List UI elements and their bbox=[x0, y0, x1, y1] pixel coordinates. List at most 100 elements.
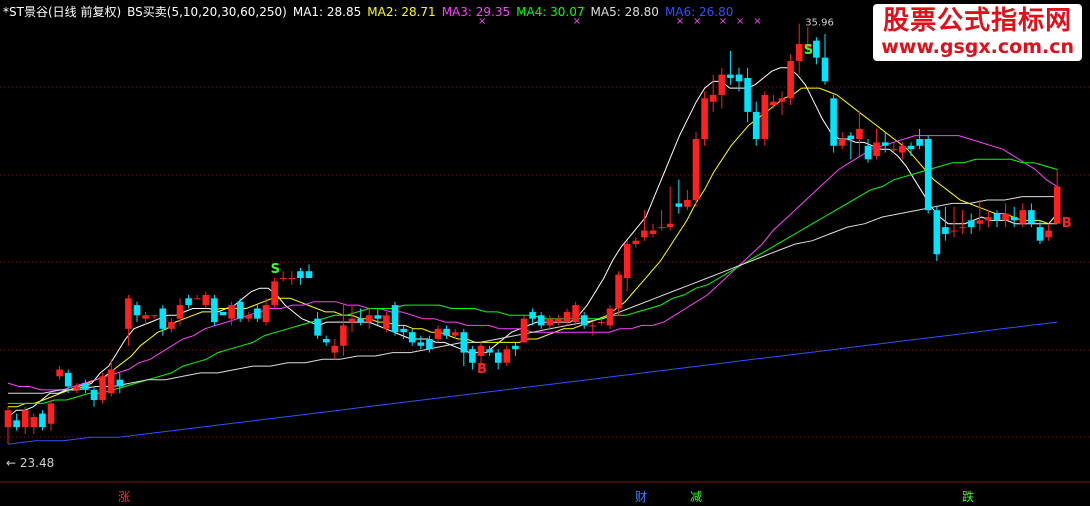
candle-body-1 bbox=[13, 420, 20, 428]
candle-body-3 bbox=[30, 416, 38, 428]
ma-line-1 bbox=[7, 67, 1058, 418]
ma-line-6 bbox=[7, 321, 1058, 445]
candle-body-65 bbox=[563, 311, 571, 323]
candle-body-7 bbox=[64, 372, 72, 387]
candle-body-71 bbox=[615, 274, 622, 309]
ma-line-3 bbox=[7, 135, 1058, 391]
candle-body-103 bbox=[890, 149, 898, 151]
candle-body-24 bbox=[211, 298, 218, 323]
candle-body-105 bbox=[907, 145, 915, 150]
candle-body-41 bbox=[357, 318, 364, 323]
candle-body-81 bbox=[701, 98, 708, 139]
candle-body-89 bbox=[770, 101, 777, 106]
candle-body-117 bbox=[1010, 216, 1018, 221]
watermark: 股票公式指标网 www.gsgx.com.cn bbox=[873, 4, 1082, 61]
candle-body-12 bbox=[107, 369, 115, 394]
candle-body-21 bbox=[185, 298, 192, 306]
candle-body-13 bbox=[116, 379, 124, 387]
candle-body-18 bbox=[159, 308, 167, 329]
candle-body-110 bbox=[950, 230, 958, 232]
candle-body-32 bbox=[279, 277, 287, 279]
candle-body-23 bbox=[202, 294, 210, 306]
candle-body-29 bbox=[254, 308, 261, 319]
candle-body-74 bbox=[641, 230, 648, 238]
candle-body-119 bbox=[1028, 210, 1035, 224]
candlestick-chart[interactable]: SBSB× × × × × × × 35.96 bbox=[0, 0, 1090, 506]
candle-body-87 bbox=[752, 111, 760, 139]
signal-B-3: B bbox=[1062, 216, 1072, 231]
candle-body-72 bbox=[623, 244, 631, 278]
candle-body-91 bbox=[787, 61, 794, 99]
signal-B-1: B bbox=[477, 362, 487, 377]
candle-body-11 bbox=[99, 376, 106, 401]
candle-body-10 bbox=[90, 389, 98, 401]
candle-body-84 bbox=[727, 74, 734, 78]
candle-body-36 bbox=[314, 318, 321, 336]
candle-body-94 bbox=[813, 40, 820, 58]
candle-body-49 bbox=[426, 339, 433, 350]
candle-body-48 bbox=[417, 342, 425, 346]
chart-header: *ST景谷(日线 前复权) BS买卖(5,10,20,30,60,250) MA1:… bbox=[3, 3, 739, 20]
candle-body-33 bbox=[288, 277, 296, 279]
candle-body-40 bbox=[348, 318, 356, 323]
candle-body-68 bbox=[589, 325, 597, 327]
candle-body-19 bbox=[168, 322, 175, 329]
candle-body-67 bbox=[580, 315, 588, 326]
candle-body-73 bbox=[632, 240, 640, 245]
signal-S-0: S bbox=[271, 262, 280, 277]
top-mark-6: × bbox=[753, 16, 761, 27]
candle-body-31 bbox=[271, 281, 278, 306]
candle-body-62 bbox=[537, 315, 545, 326]
candle-body-59 bbox=[512, 345, 519, 350]
candle-body-16 bbox=[142, 315, 149, 319]
candle-body-108 bbox=[933, 210, 941, 255]
candle-body-114 bbox=[985, 216, 992, 221]
candle-body-113 bbox=[976, 220, 984, 224]
candle-body-111 bbox=[959, 227, 966, 229]
candle-body-22 bbox=[193, 298, 201, 300]
candle-body-63 bbox=[546, 318, 554, 326]
ma3-label: MA3: 29.35 bbox=[441, 5, 511, 19]
candle-body-83 bbox=[718, 74, 726, 95]
candle-body-37 bbox=[322, 339, 330, 343]
candle-body-2 bbox=[21, 410, 29, 428]
candle-body-85 bbox=[735, 74, 743, 82]
candle-body-54 bbox=[469, 349, 476, 363]
candle-body-43 bbox=[374, 315, 382, 319]
candle-body-35 bbox=[305, 271, 313, 278]
ma-line-2 bbox=[8, 87, 1058, 408]
ma-line-4 bbox=[8, 158, 1058, 404]
candle-body-14 bbox=[125, 298, 132, 329]
candle-body-39 bbox=[340, 325, 347, 346]
ma2-label: MA2: 28.71 bbox=[367, 5, 436, 19]
candle-body-5 bbox=[47, 403, 55, 424]
candle-body-80 bbox=[692, 138, 700, 201]
candle-body-8 bbox=[73, 386, 81, 390]
candle-body-86 bbox=[744, 77, 751, 112]
candle-body-90 bbox=[778, 98, 786, 102]
candle-body-17 bbox=[150, 315, 158, 317]
candle-body-66 bbox=[572, 305, 579, 323]
candle-body-52 bbox=[451, 332, 459, 336]
candle-body-76 bbox=[658, 227, 665, 229]
candle-body-57 bbox=[494, 352, 502, 363]
candle-body-15 bbox=[133, 305, 141, 316]
candle-body-0 bbox=[4, 410, 12, 428]
candle-body-30 bbox=[262, 305, 270, 323]
candle-body-70 bbox=[606, 308, 614, 326]
candle-body-120 bbox=[1036, 227, 1044, 241]
candle-body-69 bbox=[598, 322, 605, 324]
candle-body-26 bbox=[228, 305, 235, 319]
candle-body-47 bbox=[408, 332, 416, 343]
low-price-label: ← 23.48 bbox=[6, 456, 55, 470]
candle-body-42 bbox=[365, 315, 373, 323]
ma1-label: MA1: 28.85 bbox=[292, 5, 362, 19]
candle-body-112 bbox=[967, 220, 975, 228]
candle-body-101 bbox=[873, 142, 880, 156]
candle-body-115 bbox=[993, 213, 1001, 221]
signal-S-2: S bbox=[804, 43, 813, 58]
candle-body-88 bbox=[761, 94, 769, 139]
candle-body-34 bbox=[297, 271, 304, 278]
candle-body-104 bbox=[899, 145, 906, 153]
candle-body-122 bbox=[1053, 186, 1061, 224]
